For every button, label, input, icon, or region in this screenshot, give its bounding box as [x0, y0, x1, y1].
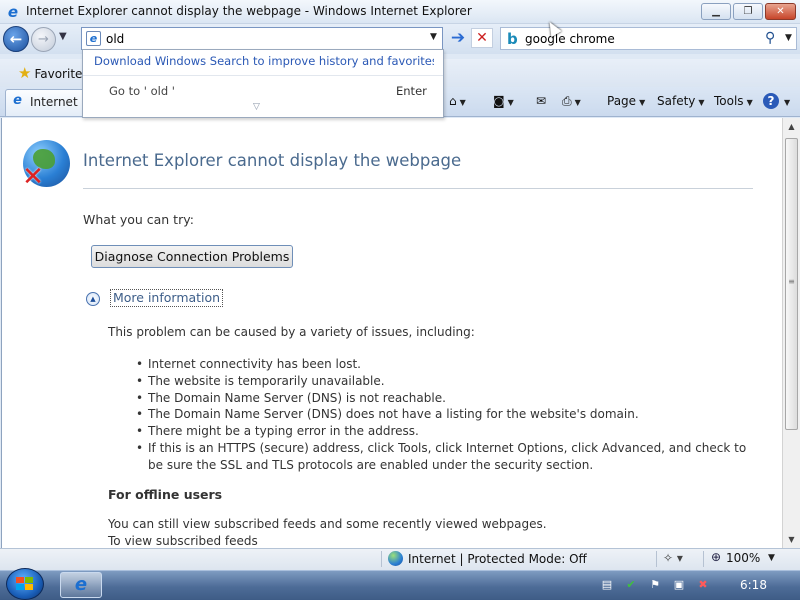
- tab-page-icon: e: [13, 93, 22, 108]
- document-icon[interactable]: ▤: [600, 578, 614, 592]
- status-options-icon[interactable]: ✧ ▾: [663, 551, 683, 565]
- goto-suggestion[interactable]: Go to ' old ': [109, 84, 175, 98]
- windows-logo-icon: [16, 577, 34, 591]
- feeds-icon[interactable]: ◙ ▼: [493, 91, 514, 111]
- go-button[interactable]: ➔: [448, 28, 468, 48]
- security-shield-icon[interactable]: ✔: [624, 578, 638, 592]
- bing-icon: b: [507, 30, 518, 48]
- star-icon: ★: [18, 64, 32, 82]
- divider: [83, 75, 443, 76]
- error-x-icon: ✕: [22, 162, 44, 192]
- list-item: The Domain Name Server (DNS) does not ha…: [136, 406, 756, 423]
- home-icon[interactable]: ⌂ ▼: [449, 91, 466, 111]
- list-item: There might be a typing error in the add…: [136, 423, 756, 440]
- vertical-scrollbar[interactable]: ▲ ≡ ▼: [782, 118, 800, 548]
- clock[interactable]: 6:18: [740, 578, 767, 592]
- window-title: Internet Explorer cannot display the web…: [26, 4, 472, 18]
- windows-search-link[interactable]: Download Windows Search to improve histo…: [94, 54, 434, 68]
- list-item: Internet connectivity has been lost.: [136, 356, 756, 373]
- zoom-dropdown-icon[interactable]: ▼: [768, 553, 775, 563]
- close-window-button[interactable]: ✕: [765, 3, 796, 20]
- search-options-dropdown-icon[interactable]: ▼: [785, 33, 792, 43]
- enter-hint: Enter: [396, 84, 427, 98]
- scroll-up-icon[interactable]: ▲: [783, 118, 800, 135]
- minimize-button[interactable]: ▁: [701, 3, 731, 20]
- network-icon[interactable]: ▣: [672, 578, 686, 592]
- zoom-level[interactable]: 100%: [726, 551, 760, 565]
- address-suggestions: Download Windows Search to improve histo…: [82, 49, 444, 118]
- divider: [381, 551, 382, 567]
- favorites-button[interactable]: ★ Favorites: [14, 62, 93, 84]
- scroll-down-icon[interactable]: ▼: [783, 531, 800, 548]
- more-information-link[interactable]: More information: [110, 289, 224, 307]
- page-menu[interactable]: Page ▼: [607, 91, 645, 111]
- offline-heading: For offline users: [108, 487, 223, 502]
- list-item: The website is temporarily unavailable.: [136, 373, 756, 390]
- page-content: ✕ Internet Explorer cannot display the w…: [1, 118, 782, 548]
- list-item: The Domain Name Server (DNS) is not reac…: [136, 390, 756, 407]
- address-dropdown-icon[interactable]: ▼: [430, 32, 437, 42]
- search-icon[interactable]: ⚲: [765, 30, 775, 46]
- favorites-label: Favorites: [34, 67, 89, 81]
- divider: [703, 551, 704, 567]
- stop-button[interactable]: ✕: [471, 28, 493, 48]
- search-input[interactable]: [525, 30, 755, 47]
- system-tray: ▤ ✔ ⚑ ▣ ✖ 6:18: [592, 571, 800, 600]
- start-button[interactable]: [6, 568, 44, 600]
- print-icon[interactable]: ⎙ ▼: [562, 91, 581, 111]
- error-title: Internet Explorer cannot display the web…: [83, 151, 462, 170]
- globe-error-icon: ✕: [22, 140, 70, 192]
- mail-icon[interactable]: ✉: [536, 91, 546, 111]
- flag-icon[interactable]: ⚑: [648, 578, 662, 592]
- internet-zone-icon: [388, 551, 403, 566]
- divider: [83, 188, 753, 189]
- forward-button[interactable]: →: [31, 27, 56, 52]
- help-icon[interactable]: ?: [763, 93, 779, 109]
- zoom-icon[interactable]: ⊕: [711, 550, 721, 564]
- divider: [656, 551, 657, 567]
- page-icon: e: [86, 31, 101, 46]
- volume-muted-icon[interactable]: ✖: [696, 578, 710, 592]
- offline-text: You can still view subscribed feeds and …: [108, 517, 547, 531]
- back-button[interactable]: ←: [3, 26, 29, 52]
- address-input[interactable]: [106, 30, 416, 47]
- problem-intro: This problem can be caused by a variety …: [108, 325, 475, 339]
- ie-logo-icon: e: [7, 3, 19, 21]
- diagnose-connection-button[interactable]: Diagnose Connection Problems: [91, 245, 293, 268]
- taskbar-ie-button[interactable]: e: [60, 572, 102, 598]
- scroll-thumb[interactable]: ≡: [785, 138, 798, 430]
- safety-menu[interactable]: Safety ▼: [657, 91, 705, 111]
- search-box[interactable]: b ⚲ ▼: [500, 27, 797, 50]
- address-bar[interactable]: e ▼: [81, 27, 443, 50]
- restore-button[interactable]: ❐: [733, 3, 763, 20]
- causes-list: Internet connectivity has been lost. The…: [136, 356, 756, 474]
- recent-pages-dropdown-icon[interactable]: ▼: [59, 31, 67, 42]
- collapse-icon[interactable]: ▲: [86, 292, 100, 306]
- try-label: What you can try:: [83, 212, 194, 227]
- security-zone-text[interactable]: Internet | Protected Mode: Off: [408, 552, 587, 566]
- list-item: If this is an HTTPS (secure) address, cl…: [136, 440, 756, 474]
- offline-text-2: To view subscribed feeds: [108, 534, 258, 548]
- help-dropdown-icon[interactable]: ▼: [781, 91, 790, 111]
- expand-icon[interactable]: ▽: [253, 102, 260, 112]
- tools-menu[interactable]: Tools ▼: [714, 91, 753, 111]
